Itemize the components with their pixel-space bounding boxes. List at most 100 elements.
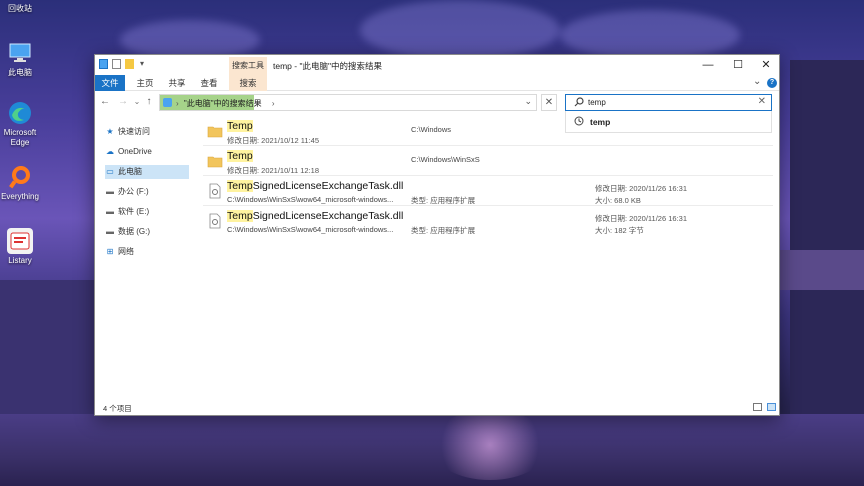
search-clear-button[interactable]: ✕ bbox=[758, 96, 766, 107]
sidebar-item-label: OneDrive bbox=[118, 147, 152, 156]
result-location: C:\Windows bbox=[411, 125, 452, 134]
large-icons-view-icon[interactable] bbox=[767, 403, 776, 411]
result-size: 大小: 182 字节 bbox=[595, 226, 644, 235]
details-view-icon[interactable] bbox=[753, 403, 762, 411]
maximize-button[interactable]: ☐ bbox=[723, 55, 753, 75]
desktop-icon-edge[interactable]: Microsoft Edge bbox=[0, 100, 40, 148]
search-suggestion-item[interactable]: temp bbox=[565, 111, 772, 133]
recent-locations-button[interactable]: ⌄ bbox=[131, 95, 143, 109]
result-name-match: Temp bbox=[227, 180, 253, 192]
breadcrumb-search-results[interactable]: "此电脑"中的搜索结果 bbox=[184, 99, 262, 108]
result-meta: 修改日期: 2021/10/12 11:45 bbox=[227, 136, 319, 145]
search-icon bbox=[574, 97, 584, 109]
navigation-pane: ★ 快速访问 ☁ OneDrive ▭ 此电脑 ▬ 办公 (F:) ▬ 软件 (E:) ▬… bbox=[95, 115, 199, 399]
everything-label: Everything bbox=[1, 192, 39, 201]
properties-icon[interactable] bbox=[112, 59, 121, 69]
computer-icon: ▭ bbox=[106, 167, 114, 176]
up-button[interactable]: ↑ bbox=[143, 95, 155, 109]
search-box[interactable]: ✕ bbox=[565, 94, 772, 111]
item-count: 4 个项目 bbox=[103, 404, 132, 413]
result-type: 类型: 应用程序扩展 bbox=[411, 196, 476, 205]
dll-file-icon bbox=[207, 183, 223, 199]
desktop-icon-listary[interactable]: Listary bbox=[0, 228, 40, 266]
breadcrumb-trail[interactable]: › bbox=[272, 99, 275, 108]
edge-icon bbox=[7, 100, 33, 126]
status-bar: 4 个项目 bbox=[95, 399, 779, 415]
result-path: C:\Windows\WinSxS\wow64_microsoft-window… bbox=[227, 225, 394, 234]
address-dropdown-icon[interactable]: ⌄ bbox=[524, 96, 532, 107]
recycle-bin-label: 回收站 bbox=[8, 4, 32, 13]
desktop-icon-everything[interactable]: Everything bbox=[0, 164, 40, 202]
address-bar-row: ← → ⌄ ↑ › "此电脑"中的搜索结果 › ⌄ ✕ ✕ bbox=[95, 91, 779, 113]
sidebar-item-quick-access[interactable]: ★ 快速访问 bbox=[105, 125, 189, 139]
expand-ribbon-icon[interactable]: ⌄ bbox=[753, 76, 761, 87]
computer-icon bbox=[7, 40, 33, 66]
cancel-search-button[interactable]: ✕ bbox=[541, 94, 557, 111]
sidebar-item-label: 快速访问 bbox=[118, 127, 150, 136]
tab-share[interactable]: 共享 bbox=[163, 75, 191, 91]
sidebar-item-network[interactable]: ⊞ 网络 bbox=[105, 245, 189, 259]
star-icon: ★ bbox=[106, 127, 114, 136]
history-icon bbox=[574, 116, 584, 128]
result-name: Temp bbox=[227, 150, 253, 162]
sidebar-item-drive-f[interactable]: ▬ 办公 (F:) bbox=[105, 185, 189, 199]
tab-file[interactable]: 文件 bbox=[95, 75, 125, 91]
result-name-match: Temp bbox=[227, 210, 253, 222]
desktop-icon-recycle-bin[interactable]: 回收站 bbox=[0, 4, 40, 14]
result-location: C:\Windows\WinSxS bbox=[411, 155, 480, 164]
window-icon[interactable] bbox=[99, 59, 108, 69]
search-tools-context-tab: 搜索工具 bbox=[229, 57, 267, 75]
ribbon-tabs: 文件 主页 共享 查看 搜索 ⌄ ? bbox=[95, 75, 779, 91]
listary-label: Listary bbox=[8, 256, 32, 265]
cloud-icon: ☁ bbox=[106, 147, 114, 156]
drive-icon: ▬ bbox=[106, 187, 114, 196]
result-modified: 修改日期: 2020/11/26 16:31 bbox=[595, 214, 687, 223]
suggestion-text: temp bbox=[590, 117, 611, 127]
result-row[interactable]: TempSignedLicenseExchangeTask.dll C:\Win… bbox=[203, 207, 773, 236]
dll-file-icon bbox=[207, 213, 223, 229]
listary-icon bbox=[7, 228, 33, 254]
sidebar-item-onedrive[interactable]: ☁ OneDrive bbox=[105, 145, 189, 159]
result-name: TempSignedLicenseExchangeTask.dll bbox=[227, 180, 403, 192]
result-meta: 修改日期: 2021/10/11 12:18 bbox=[227, 166, 319, 175]
new-folder-icon[interactable] bbox=[125, 59, 134, 69]
search-results-list: Temp 修改日期: 2021/10/12 11:45 C:\Windows T… bbox=[199, 117, 773, 317]
tab-view[interactable]: 查看 bbox=[195, 75, 223, 91]
search-input[interactable] bbox=[588, 96, 748, 109]
this-pc-label: 此电脑 bbox=[8, 68, 32, 77]
drive-icon: ▬ bbox=[106, 227, 114, 236]
window-title: temp - "此电脑"中的搜索结果 bbox=[273, 61, 382, 71]
result-size: 大小: 68.0 KB bbox=[595, 196, 641, 205]
close-button[interactable]: ✕ bbox=[751, 55, 781, 75]
title-bar: ▾ 搜索工具 temp - "此电脑"中的搜索结果 — ☐ ✕ bbox=[95, 55, 779, 75]
result-row[interactable]: Temp 修改日期: 2021/10/11 12:18 C:\Windows\W… bbox=[203, 147, 773, 176]
sidebar-item-label: 数据 (G:) bbox=[118, 227, 150, 236]
forward-button[interactable]: → bbox=[117, 95, 129, 109]
result-row[interactable]: TempSignedLicenseExchangeTask.dll C:\Win… bbox=[203, 177, 773, 206]
sidebar-item-label: 软件 (E:) bbox=[118, 207, 150, 216]
help-icon[interactable]: ? bbox=[767, 78, 777, 88]
minimize-button[interactable]: — bbox=[693, 55, 723, 75]
tab-home[interactable]: 主页 bbox=[131, 75, 159, 91]
result-path: C:\Windows\WinSxS\wow64_microsoft-window… bbox=[227, 195, 394, 204]
edge-label: Microsoft Edge bbox=[3, 128, 37, 147]
sidebar-item-drive-g[interactable]: ▬ 数据 (G:) bbox=[105, 225, 189, 239]
sidebar-item-label: 网络 bbox=[118, 247, 134, 256]
search-location-icon bbox=[163, 98, 172, 107]
back-button[interactable]: ← bbox=[99, 95, 111, 109]
customize-qa-icon[interactable]: ▾ bbox=[138, 59, 146, 69]
sidebar-item-label: 此电脑 bbox=[118, 167, 142, 176]
sidebar-item-drive-e[interactable]: ▬ 软件 (E:) bbox=[105, 205, 189, 219]
result-modified: 修改日期: 2020/11/26 16:31 bbox=[595, 184, 687, 193]
tab-search[interactable]: 搜索 bbox=[229, 75, 267, 91]
magnifier-icon bbox=[7, 164, 33, 190]
address-box[interactable]: › "此电脑"中的搜索结果 › ⌄ bbox=[159, 94, 537, 111]
breadcrumb-separator: › bbox=[176, 99, 179, 108]
result-type: 类型: 应用程序扩展 bbox=[411, 226, 476, 235]
network-icon: ⊞ bbox=[106, 247, 114, 256]
desktop-icon-this-pc[interactable]: 此电脑 bbox=[0, 40, 40, 78]
result-name-match: Temp bbox=[227, 120, 253, 132]
sidebar-item-this-pc[interactable]: ▭ 此电脑 bbox=[105, 165, 189, 179]
result-name-match: Temp bbox=[227, 150, 253, 162]
breadcrumb: › "此电脑"中的搜索结果 › bbox=[176, 98, 275, 109]
